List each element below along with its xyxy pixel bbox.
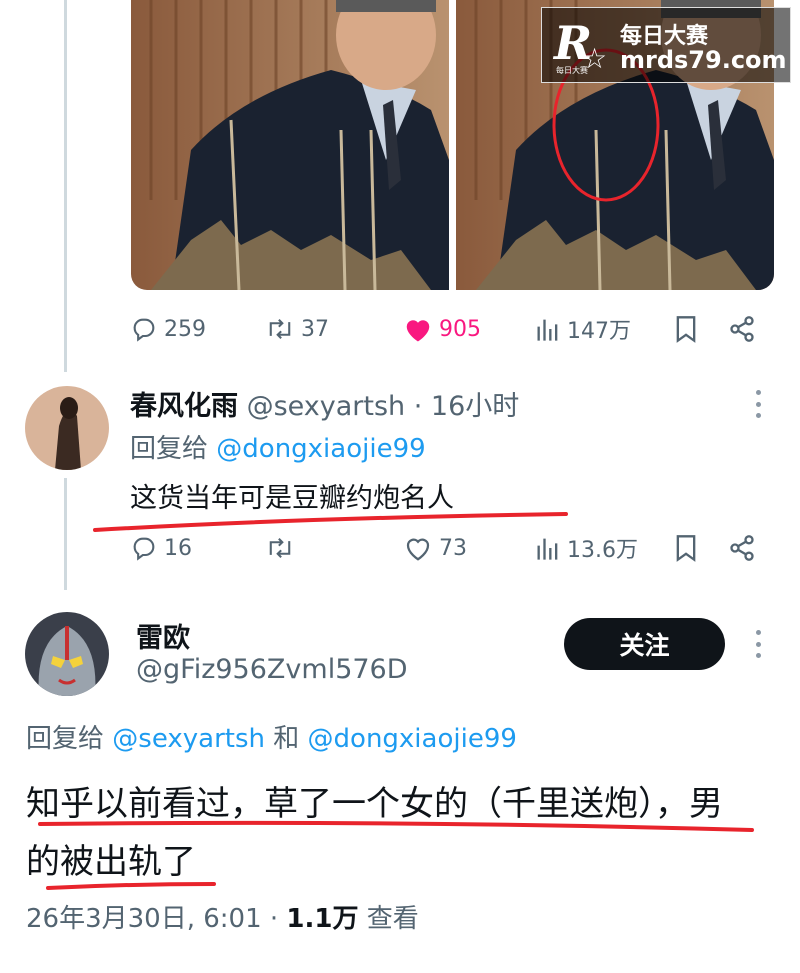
reply-author-line: 春风化雨 @sexyartsh · 16小时 xyxy=(130,384,519,423)
reply-to-line: 回复给 @sexyartsh 和 @dongxiaojie99 xyxy=(26,718,517,755)
views-count: 13.6万 xyxy=(567,538,638,563)
views-count: 147万 xyxy=(567,319,631,344)
like-button[interactable]: 905 xyxy=(403,309,481,349)
timestamp[interactable]: · 16小时 xyxy=(414,391,520,422)
reply-button[interactable]: 259 xyxy=(130,309,206,349)
tweet-meta: 26年3月30日, 6:01 · 1.1万 查看 xyxy=(26,898,419,935)
share-icon xyxy=(730,535,754,561)
display-name[interactable]: 雷欧 xyxy=(136,623,190,654)
retweet-count: 37 xyxy=(301,316,329,342)
share-button[interactable] xyxy=(728,528,756,568)
retweet-button[interactable] xyxy=(265,528,295,568)
views-count: 1.1万 xyxy=(286,904,359,934)
reply-count: 259 xyxy=(164,316,206,342)
watermark-small-text: 每日大赛 xyxy=(556,66,588,75)
views-label: 查看 xyxy=(358,904,419,934)
reply-author-name: 雷欧 xyxy=(136,616,190,655)
retweet-icon xyxy=(269,538,291,558)
mention-link[interactable]: @dongxiaojie99 xyxy=(216,434,425,464)
more-icon[interactable] xyxy=(753,630,763,658)
tweet-date[interactable]: 26年3月30日, 6:01 · xyxy=(26,904,286,934)
like-button[interactable]: 73 xyxy=(403,528,467,568)
bookmark-button[interactable] xyxy=(674,528,698,568)
reply-to-and: 和 xyxy=(273,724,300,754)
reply-button[interactable]: 16 xyxy=(130,528,192,568)
tweet-image-1[interactable] xyxy=(131,0,449,290)
watermark-logo: R ☆ 每日大赛 每日大赛 mrds79.com xyxy=(541,7,791,83)
reply-icon xyxy=(133,537,155,561)
reply-text-line-2: 的被出轨了 xyxy=(26,842,196,882)
mention-link[interactable]: @dongxiaojie99 xyxy=(308,724,517,754)
avatar[interactable] xyxy=(25,386,109,470)
mention-link[interactable]: @sexyartsh xyxy=(112,724,265,754)
views-icon xyxy=(537,319,558,341)
more-icon[interactable] xyxy=(753,390,763,418)
reply-to-label: 回复给 xyxy=(26,724,105,754)
share-button[interactable] xyxy=(728,309,756,349)
reply-action-bar: 16 73 13.6万 xyxy=(130,528,760,568)
avatar[interactable] xyxy=(25,612,109,696)
thread-connector xyxy=(64,0,67,372)
heart-icon xyxy=(406,320,430,342)
bookmark-icon xyxy=(676,535,696,562)
reply-to-label: 回复给 xyxy=(130,434,209,464)
bookmark-icon xyxy=(676,316,696,343)
reply-icon xyxy=(133,318,155,342)
thread-connector xyxy=(64,478,67,590)
reply-count: 16 xyxy=(164,535,192,561)
retweet-icon xyxy=(269,319,291,339)
reply-to-line: 回复给 @dongxiaojie99 xyxy=(130,428,426,465)
share-icon xyxy=(730,316,754,342)
views-icon xyxy=(537,538,558,560)
like-count: 905 xyxy=(439,316,481,342)
reply-author-handle: @gFiz956Zvml576D xyxy=(136,654,408,685)
follow-button[interactable]: 关注 xyxy=(564,618,725,670)
heart-icon xyxy=(406,538,430,561)
handle[interactable]: @gFiz956Zvml576D xyxy=(136,654,408,685)
views-button[interactable]: 147万 xyxy=(535,309,631,349)
retweet-button[interactable]: 37 xyxy=(265,309,329,349)
tweet-action-bar: 259 37 905 147万 xyxy=(130,309,760,349)
reply-text: 这货当年可是豆瓣约炮名人 xyxy=(130,483,454,514)
views-button[interactable]: 13.6万 xyxy=(535,528,638,568)
bookmark-button[interactable] xyxy=(674,309,698,349)
reply-text-line-1: 知乎以前看过，草了一个女的（千里送炮），男 xyxy=(26,784,723,824)
like-count: 73 xyxy=(439,535,467,561)
display-name[interactable]: 春风化雨 xyxy=(130,391,238,422)
watermark-url: mrds79.com xyxy=(620,46,787,74)
handle[interactable]: @sexyartsh xyxy=(247,391,406,422)
